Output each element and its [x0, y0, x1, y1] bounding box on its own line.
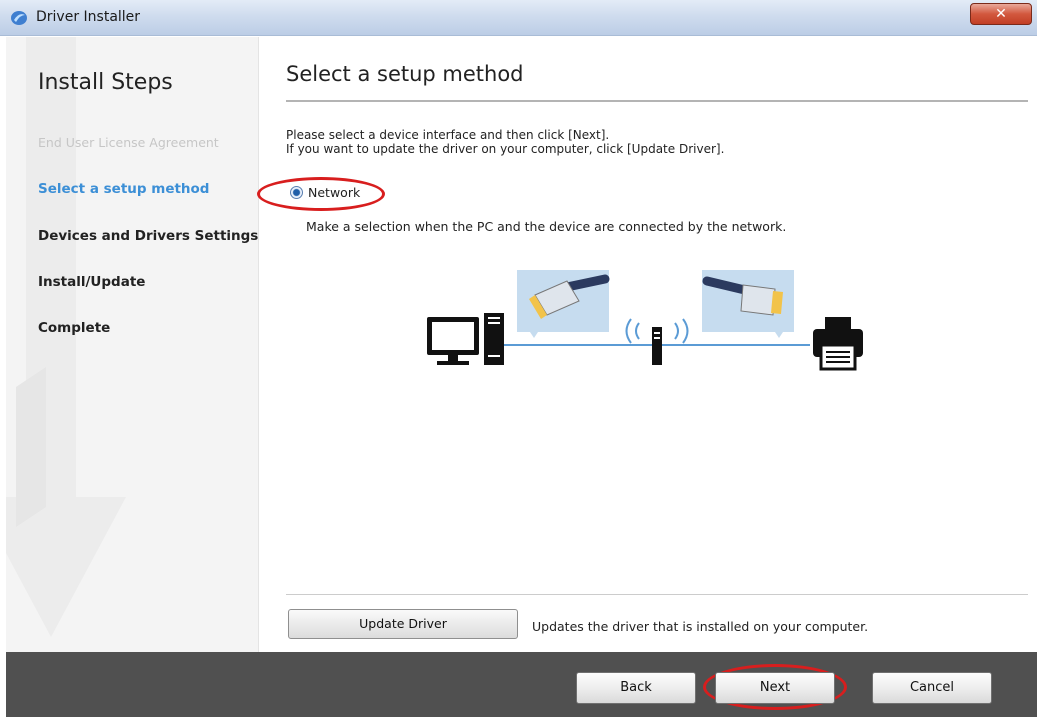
step-install-update: Install/Update [38, 274, 146, 290]
main-panel: Select a setup method Please select a de… [257, 37, 1037, 652]
network-radio-label[interactable]: Network [308, 185, 360, 200]
page-title: Select a setup method [286, 62, 524, 86]
driver-installer-window: Driver Installer ✕ Install Steps End Use… [0, 0, 1037, 717]
network-diagram [427, 270, 863, 371]
wireless-router-icon [625, 318, 689, 365]
step-devices-drivers-settings: Devices and Drivers Settings [38, 228, 259, 244]
network-description: Make a selection when the PC and the dev… [306, 219, 787, 234]
sidebar-arrow-decoration [6, 37, 126, 637]
instruction-line-1: Please select a device interface and the… [286, 128, 610, 142]
network-radio[interactable] [290, 186, 303, 199]
instructions: Please select a device interface and the… [286, 128, 724, 156]
footer-bar: Back Next Cancel [6, 652, 1037, 717]
printer-icon [813, 317, 863, 371]
cancel-button[interactable]: Cancel [872, 672, 992, 704]
title-bar[interactable]: Driver Installer ✕ [0, 0, 1037, 36]
instruction-line-2: If you want to update the driver on your… [286, 142, 725, 156]
title-divider [286, 100, 1028, 102]
close-button[interactable]: ✕ [970, 3, 1032, 25]
update-driver-description: Updates the driver that is installed on … [532, 619, 869, 634]
close-icon: ✕ [995, 6, 1007, 22]
sidebar-title: Install Steps [38, 70, 173, 95]
bottom-divider [286, 594, 1028, 595]
next-button[interactable]: Next [715, 672, 835, 704]
install-steps-sidebar: Install Steps End User License Agreement… [6, 37, 259, 652]
computer-icon [427, 313, 504, 365]
step-complete: Complete [38, 320, 111, 336]
app-icon [11, 11, 27, 25]
back-button[interactable]: Back [576, 672, 696, 704]
step-select-setup-method: Select a setup method [38, 181, 210, 197]
window-title: Driver Installer [36, 9, 141, 25]
step-eula: End User License Agreement [38, 135, 219, 150]
ethernet-cable-icon [702, 270, 794, 338]
update-driver-button[interactable]: Update Driver [288, 609, 518, 639]
ethernet-cable-icon [517, 270, 610, 338]
